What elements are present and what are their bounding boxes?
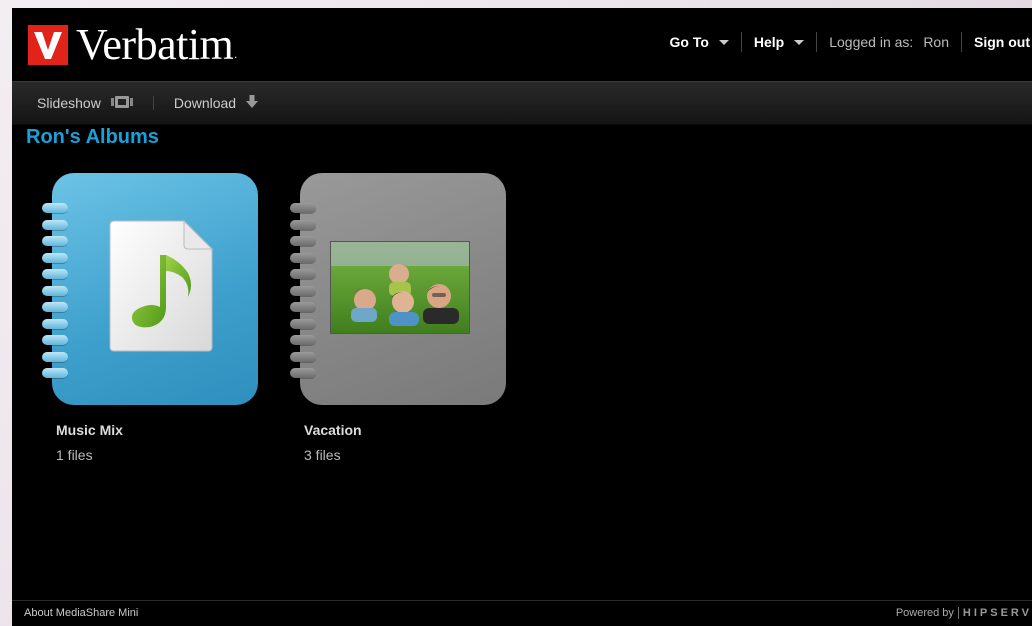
- slideshow-icon: [110, 95, 133, 111]
- help-menu[interactable]: Help: [742, 34, 816, 50]
- user-name: Ron: [923, 34, 949, 50]
- download-label: Download: [173, 95, 237, 111]
- logo-text: Verbatim: [76, 20, 234, 69]
- logged-in-label: Logged in as:: [829, 34, 914, 50]
- page-title: Ron's Albums: [26, 126, 159, 148]
- download-arrow-icon: [246, 94, 259, 112]
- top-navigation: Go To Help Logged in as: Ron Sign out: [657, 28, 1032, 56]
- goto-label: Go To: [669, 34, 709, 50]
- goto-menu[interactable]: Go To: [657, 34, 740, 50]
- album-name[interactable]: Music Mix: [56, 422, 123, 438]
- album-name[interactable]: Vacation: [304, 422, 362, 438]
- logo-mark-icon: [28, 25, 68, 65]
- sign-out-link[interactable]: Sign out: [962, 34, 1032, 50]
- family-photo: [330, 241, 470, 334]
- header: Verbatim . Go To Help Logged in as: Ron …: [12, 8, 1032, 81]
- slideshow-button[interactable]: Slideshow: [12, 95, 147, 111]
- about-link[interactable]: About MediaShare Mini: [24, 607, 138, 619]
- slideshow-label: Slideshow: [37, 95, 101, 111]
- chevron-down-icon: [794, 39, 805, 45]
- toolbar-divider: [152, 96, 154, 110]
- download-button[interactable]: Download: [160, 94, 272, 112]
- footer: About MediaShare Mini Powered by HIPSERV: [12, 600, 1032, 626]
- footer-divider: [957, 607, 959, 619]
- album-file-count: 1 files: [56, 447, 93, 463]
- logo-suffix: .: [234, 47, 238, 61]
- verbatim-logo[interactable]: Verbatim .: [28, 22, 237, 68]
- help-label: Help: [753, 34, 785, 50]
- album-file-count: 3 files: [304, 447, 341, 463]
- spiral-binding: [290, 203, 320, 385]
- music-document-icon: [108, 219, 216, 358]
- album-cover[interactable]: [300, 173, 506, 405]
- chevron-down-icon: [718, 39, 729, 45]
- powered-by: Powered by HIPSERV: [896, 607, 1032, 619]
- toolbar: Slideshow Download: [12, 81, 1032, 125]
- album-cover[interactable]: [52, 173, 258, 405]
- app-window: Verbatim . Go To Help Logged in as: Ron …: [12, 8, 1032, 626]
- hipserv-logo: HIPSERV: [962, 607, 1032, 619]
- powered-by-label: Powered by: [895, 607, 954, 619]
- spiral-binding: [42, 203, 72, 385]
